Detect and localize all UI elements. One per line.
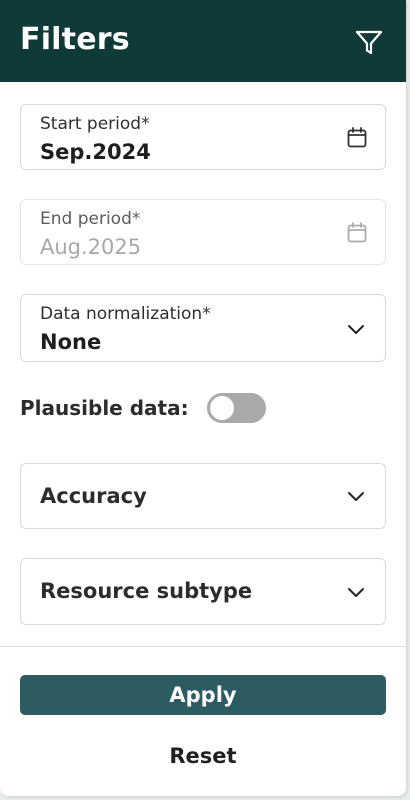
start-period-label: Start period* bbox=[40, 114, 150, 134]
filters-panel: Filters Start period* Sep.2024 End perio… bbox=[0, 0, 406, 796]
accuracy-label: Accuracy bbox=[40, 484, 147, 508]
filters-header: Filters bbox=[0, 0, 406, 82]
start-period-value: Sep.2024 bbox=[40, 140, 151, 164]
plausible-data-row: Plausible data: bbox=[20, 393, 386, 425]
resource-subtype-dropdown[interactable]: Resource subtype bbox=[20, 558, 386, 625]
page-title: Filters bbox=[20, 22, 130, 57]
toggle-knob bbox=[210, 396, 234, 420]
apply-button[interactable]: Apply bbox=[20, 675, 386, 715]
resource-subtype-label: Resource subtype bbox=[40, 579, 253, 603]
divider bbox=[0, 646, 406, 647]
plausible-data-label: Plausible data: bbox=[20, 396, 189, 420]
calendar-icon[interactable] bbox=[347, 222, 367, 243]
data-normalization-select[interactable]: Data normalization* None bbox=[20, 294, 386, 362]
chevron-down-icon[interactable] bbox=[347, 586, 365, 598]
chevron-down-icon[interactable] bbox=[347, 490, 365, 502]
end-period-label: End period* bbox=[40, 209, 141, 229]
plausible-data-toggle[interactable] bbox=[207, 393, 266, 423]
end-period-value: Aug.2025 bbox=[40, 235, 142, 259]
data-normalization-value: None bbox=[40, 330, 102, 354]
end-period-field[interactable]: End period* Aug.2025 bbox=[20, 199, 386, 265]
start-period-field[interactable]: Start period* Sep.2024 bbox=[20, 104, 386, 170]
filter-icon[interactable] bbox=[355, 30, 383, 56]
chevron-down-icon[interactable] bbox=[347, 323, 365, 335]
calendar-icon[interactable] bbox=[347, 127, 367, 148]
accuracy-dropdown[interactable]: Accuracy bbox=[20, 463, 386, 529]
reset-button[interactable]: Reset bbox=[20, 738, 386, 774]
data-normalization-label: Data normalization* bbox=[40, 304, 211, 324]
